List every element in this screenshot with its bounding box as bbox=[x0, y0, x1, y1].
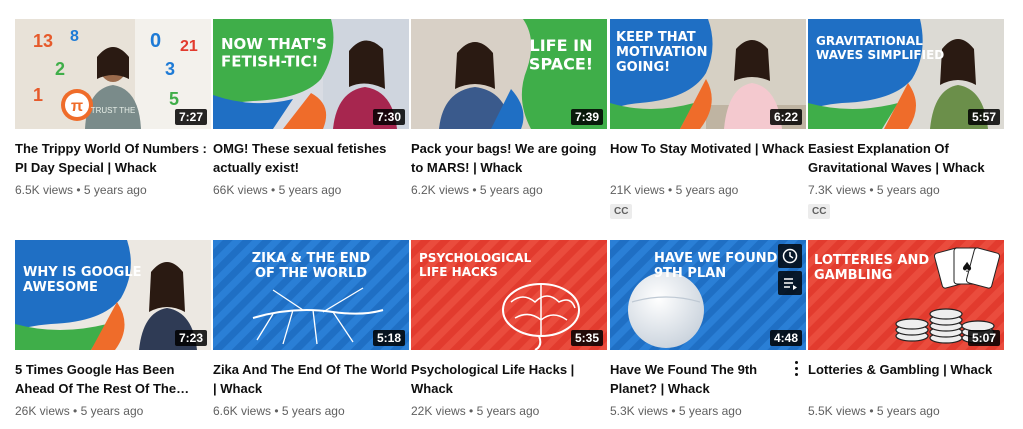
video-meta: 66K views • 5 years ago bbox=[213, 183, 342, 197]
upload-age: 5 years ago bbox=[278, 183, 342, 197]
video-title[interactable]: Zika And The End Of The World | Whack bbox=[213, 360, 409, 398]
video-card[interactable]: GRAVITATIONAL WAVES SIMPLIFIED 5:57 Easie… bbox=[808, 19, 1004, 219]
upload-age: 5 years ago bbox=[83, 183, 147, 197]
svg-text:♠: ♠ bbox=[961, 260, 974, 276]
upload-age: 5 years ago bbox=[675, 183, 739, 197]
duration-badge: 5:07 bbox=[967, 330, 1000, 346]
duration-badge: 5:57 bbox=[967, 109, 1000, 125]
video-card[interactable]: PSYCHOLOGICAL LIFE HACKS 5:35 Psychologic… bbox=[411, 240, 607, 419]
video-title[interactable]: How To Stay Motivated | Whack bbox=[610, 139, 806, 177]
video-meta: 22K views • 5 years ago bbox=[411, 404, 540, 418]
video-thumbnail[interactable]: GRAVITATIONAL WAVES SIMPLIFIED 5:57 bbox=[808, 19, 1004, 129]
thumb-caption: NOW THAT'S FETISH-TIC! bbox=[221, 35, 327, 70]
video-title[interactable]: The Trippy World Of Numbers : PI Day Spe… bbox=[15, 139, 211, 177]
pi-symbol: π bbox=[71, 98, 83, 115]
video-title[interactable]: OMG! These sexual fetishes actually exis… bbox=[213, 139, 409, 177]
video-meta: 26K views • 5 years ago bbox=[15, 404, 144, 418]
thumb-digit: 2 bbox=[55, 59, 65, 79]
clock-icon[interactable] bbox=[778, 244, 802, 268]
view-count: 5.5K views bbox=[808, 404, 867, 418]
duration-badge: 7:23 bbox=[174, 330, 207, 346]
video-meta: 5.5K views • 5 years ago bbox=[808, 404, 940, 418]
cc-badge: CC bbox=[610, 204, 633, 219]
video-title[interactable]: Pack your bags! We are going to MARS! | … bbox=[411, 139, 607, 177]
cc-badge: CC bbox=[808, 204, 831, 219]
video-meta: 6.5K views • 5 years ago bbox=[15, 183, 147, 197]
thumb-caption: LIFE IN SPACE! bbox=[529, 36, 593, 73]
video-thumbnail[interactable]: LIFE IN SPACE! 7:39 bbox=[411, 19, 607, 129]
duration-badge: 7:39 bbox=[570, 109, 603, 125]
video-title[interactable]: 5 Times Google Has Been Ahead Of The Res… bbox=[15, 360, 211, 398]
thumb-digit: 5 bbox=[169, 89, 179, 109]
video-meta: 21K views • 5 years ago bbox=[610, 183, 739, 197]
view-count: 26K views bbox=[15, 404, 70, 418]
video-thumbnail[interactable]: ZIKA & THE END OF THE WORLD 5:18 bbox=[213, 240, 409, 350]
video-title[interactable]: Easiest Explanation Of Gravitational Wav… bbox=[808, 139, 1004, 177]
duration-badge: 4:48 bbox=[769, 330, 802, 346]
duration-badge: 7:30 bbox=[372, 109, 405, 125]
video-card[interactable]: KEEP THAT MOTIVATION GOING! 6:22 How To St… bbox=[610, 19, 806, 219]
upload-age: 5 years ago bbox=[678, 404, 742, 418]
video-meta: 6.2K views • 5 years ago bbox=[411, 183, 543, 197]
thumb-caption: ZIKA & THE END OF THE WORLD bbox=[252, 251, 371, 281]
upload-age: 5 years ago bbox=[876, 404, 940, 418]
thumb-digit: 21 bbox=[180, 38, 198, 55]
view-count: 6.6K views bbox=[213, 404, 272, 418]
view-count: 22K views bbox=[411, 404, 466, 418]
video-title[interactable]: Have We Found The 9th Planet? | Whack bbox=[610, 360, 788, 398]
video-card[interactable]: NOW THAT'S FETISH-TIC! 7:30 OMG! These se… bbox=[213, 19, 409, 198]
view-count: 6.5K views bbox=[15, 183, 74, 197]
thumb-digit: 8 bbox=[70, 28, 79, 45]
video-thumbnail[interactable]: π 13 8 0 2 21 3 1 5 TRUST THE 7:27 bbox=[15, 19, 211, 129]
video-meta: 6.6K views • 5 years ago bbox=[213, 404, 345, 418]
video-card[interactable]: LIFE IN SPACE! 7:39 Pack your bags! We ar… bbox=[411, 19, 607, 198]
video-card[interactable]: WHY IS GOOGLE AWESOME 7:23 5 Times Google… bbox=[15, 240, 211, 419]
thumb-digit: 0 bbox=[150, 30, 161, 52]
more-vertical-icon[interactable] bbox=[790, 356, 802, 380]
upload-age: 5 years ago bbox=[876, 183, 940, 197]
upload-age: 5 years ago bbox=[476, 404, 540, 418]
thumb-digit: 13 bbox=[33, 31, 53, 51]
view-count: 7.3K views bbox=[808, 183, 867, 197]
video-meta: 7.3K views • 5 years ago bbox=[808, 183, 940, 197]
video-thumbnail[interactable]: WHY IS GOOGLE AWESOME 7:23 bbox=[15, 240, 211, 350]
playlist-add-icon[interactable] bbox=[778, 271, 802, 295]
upload-age: 5 years ago bbox=[80, 404, 144, 418]
view-count: 66K views bbox=[213, 183, 268, 197]
video-thumbnail[interactable]: PSYCHOLOGICAL LIFE HACKS 5:35 bbox=[411, 240, 607, 350]
view-count: 6.2K views bbox=[411, 183, 470, 197]
thumb-digit: 1 bbox=[33, 85, 43, 105]
duration-badge: 5:18 bbox=[372, 330, 405, 346]
video-card[interactable]: π 13 8 0 2 21 3 1 5 TRUST THE 7:27 The T… bbox=[15, 19, 211, 198]
thumb-digit: 3 bbox=[165, 59, 175, 79]
duration-badge: 6:22 bbox=[769, 109, 802, 125]
video-thumbnail[interactable]: NOW THAT'S FETISH-TIC! 7:30 bbox=[213, 19, 409, 129]
view-count: 21K views bbox=[610, 183, 665, 197]
view-count: 5.3K views bbox=[610, 404, 669, 418]
duration-badge: 5:35 bbox=[570, 330, 603, 346]
video-meta: 5.3K views • 5 years ago bbox=[610, 404, 742, 418]
upload-age: 5 years ago bbox=[479, 183, 543, 197]
shirt-text: TRUST THE bbox=[91, 106, 136, 115]
video-thumbnail[interactable]: KEEP THAT MOTIVATION GOING! 6:22 bbox=[610, 19, 806, 129]
video-thumbnail[interactable]: ♠ LOTTERIES AND GAMBLING 5:07 bbox=[808, 240, 1004, 350]
video-title[interactable]: Lotteries & Gambling | Whack bbox=[808, 360, 1004, 398]
duration-badge: 7:27 bbox=[174, 109, 207, 125]
upload-age: 5 years ago bbox=[281, 404, 345, 418]
video-thumbnail[interactable]: HAVE WE FOUND 9TH PLAN 4:48 bbox=[610, 240, 806, 350]
video-card[interactable]: ZIKA & THE END OF THE WORLD 5:18 Zika And… bbox=[213, 240, 409, 419]
video-title[interactable]: Psychological Life Hacks | Whack bbox=[411, 360, 607, 398]
video-card[interactable]: ♠ LOTTERIES AND GAMBLING 5:07 Lotteries &… bbox=[808, 240, 1004, 419]
video-card[interactable]: HAVE WE FOUND 9TH PLAN 4:48 Have We Found… bbox=[610, 240, 806, 419]
hover-actions bbox=[778, 244, 802, 295]
